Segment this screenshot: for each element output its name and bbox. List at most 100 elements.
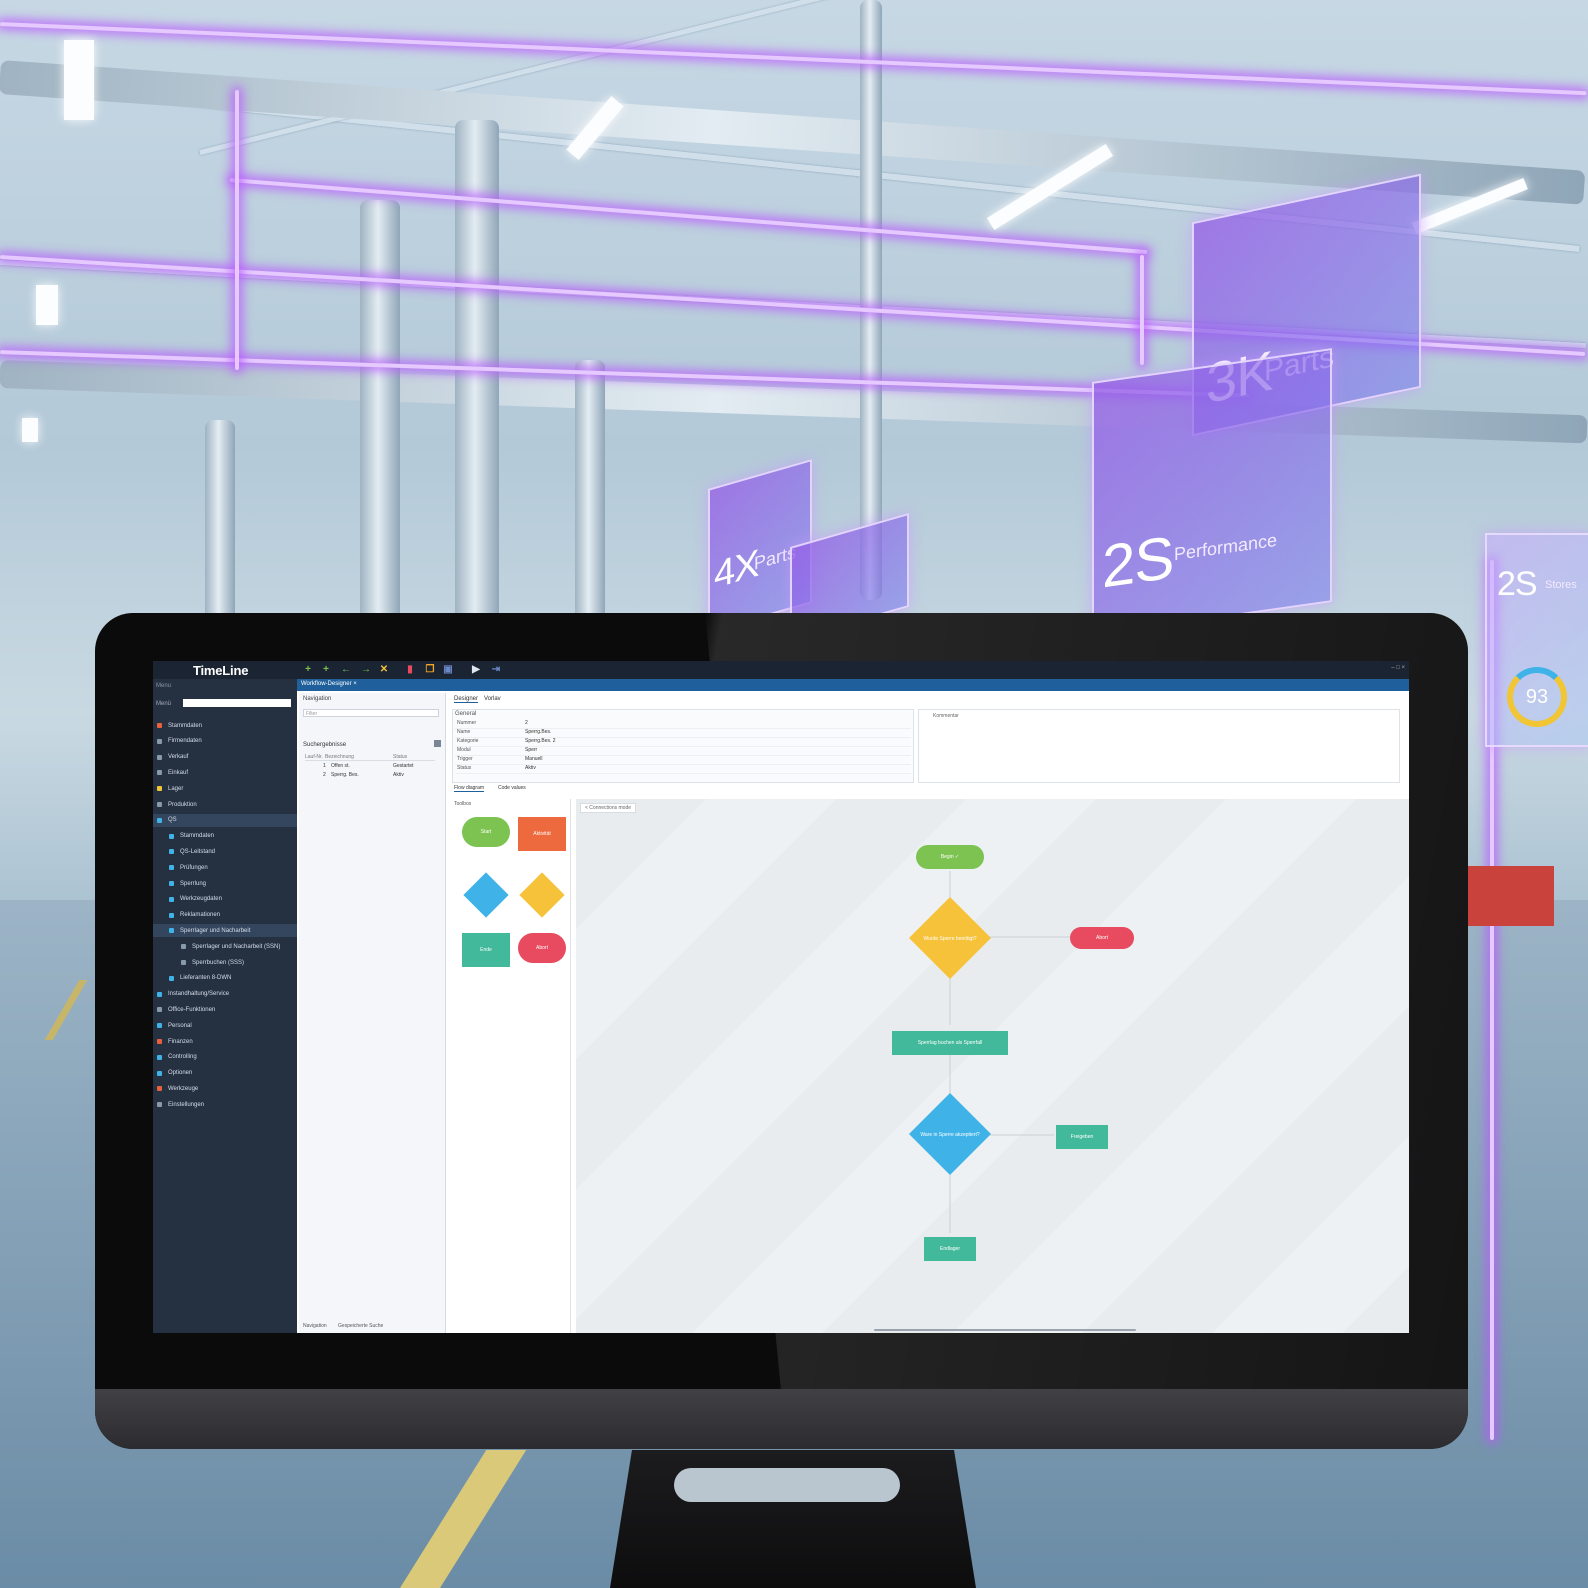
tab-designer[interactable]: Designer [454, 696, 479, 703]
sidebar-item[interactable]: Sperrlung [153, 877, 297, 890]
sidebar-item[interactable]: Sperrlager und Nacharbeit [153, 924, 297, 938]
flow-decision-label: Wurde Sperre benötigt? [923, 936, 977, 942]
toolbox-activity-shape[interactable]: Aktivität [518, 817, 566, 851]
play-icon[interactable]: ▶ [471, 664, 481, 675]
toolbox-decision-shape[interactable] [463, 872, 509, 918]
toolbox-abort-shape[interactable]: Abort [518, 933, 566, 963]
flow-start-node[interactable]: Begin ✓ [916, 845, 984, 869]
sidebar-item[interactable]: Sperrbuchen (SSS) [153, 956, 297, 969]
add-icon[interactable]: + [303, 664, 313, 675]
property-row[interactable]: Kategorie Sperrg.Bes. 2 [455, 738, 911, 747]
forward-arrow-icon[interactable]: → [361, 664, 371, 675]
sidebar-item[interactable]: Lager [153, 782, 297, 795]
sidebar-item[interactable]: Stammdaten [153, 719, 297, 732]
tab-code-values[interactable]: Code values [498, 785, 526, 791]
grid-icon[interactable] [434, 740, 441, 747]
sidebar-search-input[interactable] [183, 699, 291, 707]
tab-workflow-designer[interactable]: Workflow-Designer × [301, 681, 357, 687]
holo-panel: 2S Stores 93 [1485, 533, 1588, 747]
sidebar-item[interactable]: Prüfungen [153, 861, 297, 874]
sidebar-item[interactable]: Werkzeugdaten [153, 893, 297, 906]
horizontal-scrollbar[interactable] [874, 1329, 1136, 1331]
sidebar-item-label: Sperrlager und Nacharbeit [180, 927, 251, 934]
property-row[interactable]: Modul Sperr [455, 747, 911, 756]
sidebar-item-label: Lieferanten 8-DWN [180, 975, 232, 982]
property-row[interactable]: Status Aktiv [455, 765, 911, 774]
menu-item-icon [181, 960, 186, 965]
sidebar-item[interactable]: Einkauf [153, 766, 297, 779]
comments-panel[interactable]: Kommentar [918, 709, 1400, 783]
property-row[interactable]: Trigger Manuell [455, 756, 911, 765]
table-row[interactable]: 1 Offen st. Gestartet [305, 763, 435, 772]
sidebar-item[interactable]: Stammdaten [153, 830, 297, 843]
menu-item-icon [157, 1070, 162, 1076]
app-screen: TimeLine + + ← → ✕ ▮ ❐ ▣ ▶ ⇥ – □ × Menu … [153, 661, 1409, 1333]
flow-abort-node[interactable]: Abort [1070, 927, 1134, 949]
sidebar-item[interactable]: Reklamationen [153, 909, 297, 922]
sidebar-item-label: QS-Leitstand [180, 848, 216, 855]
sidebar-item-label: Prüfungen [180, 864, 208, 871]
sidebar-item-label: Sperrlung [180, 880, 207, 887]
sidebar-item[interactable]: Verkauf [153, 751, 297, 764]
sidebar-item[interactable]: Produktion [153, 798, 297, 811]
sidebar-item[interactable]: Instandhaltung/Service [153, 988, 297, 1001]
sidebar-item[interactable]: QS-Leitstand [153, 845, 297, 858]
monitor-stand [610, 1450, 976, 1588]
row-nr: 2 [323, 772, 326, 778]
footer-tab-saved-search[interactable]: Gespeicherte Suche [338, 1323, 383, 1329]
sidebar-item-label: Optionen [168, 1070, 193, 1077]
toolbox-end-shape[interactable]: Ende [462, 933, 510, 967]
sidebar-item-label: QS [168, 817, 177, 824]
tools-icon[interactable]: ✕ [379, 664, 389, 675]
flow-canvas[interactable]: < Connections mode Begin ✓ Wurde Sperre … [576, 799, 1409, 1333]
menu-item-icon [157, 1086, 162, 1092]
add-child-icon[interactable]: + [321, 664, 331, 675]
sidebar-item[interactable]: Firmendaten [153, 735, 297, 748]
footer-tab-navigation[interactable]: Navigation [303, 1323, 327, 1329]
sidebar-item[interactable]: Einstellungen [153, 1098, 297, 1111]
navigation-pane: Navigation Filter Suchergebnisse Lauf-Nr… [299, 693, 446, 1333]
sidebar-item[interactable]: Office-Funktionen [153, 1003, 297, 1016]
document-tabbar: Workflow-Designer × [297, 679, 1409, 691]
table-row[interactable]: 2 Sperrg. Bes. Aktiv [305, 772, 435, 781]
property-row[interactable]: Name Sperrg.Bes. [455, 729, 911, 738]
flow-end-node[interactable]: Endlager [924, 1237, 976, 1261]
copy-icon[interactable]: ❐ [425, 664, 435, 675]
tab-vorlav[interactable]: Vorlav [484, 696, 501, 702]
sidebar-item[interactable]: QS [153, 813, 297, 827]
menu-item-icon [157, 1102, 162, 1108]
menu-item-icon [157, 786, 162, 792]
vertical-pipe [205, 420, 235, 620]
app-logo: TimeLine [193, 663, 249, 678]
flow-approve-node[interactable]: Freigeben [1056, 1125, 1108, 1149]
column-header[interactable]: Status [393, 754, 407, 760]
back-arrow-icon[interactable]: ← [341, 664, 351, 675]
property-key: Nummer [457, 720, 477, 726]
sidebar-item-label: Einkauf [168, 769, 189, 776]
sidebar-item[interactable]: Finanzen [153, 1035, 297, 1048]
save-icon[interactable]: ▣ [443, 664, 453, 675]
delete-icon[interactable]: ▮ [405, 664, 415, 675]
export-icon[interactable]: ⇥ [491, 664, 501, 675]
flow-action-node[interactable]: Sperrlag buchen als Sperrfall [892, 1031, 1008, 1055]
sidebar-item[interactable]: Sperrlager und Nacharbeit (SSN) [153, 940, 297, 953]
property-key: Status [457, 765, 472, 771]
window-controls[interactable]: – □ × [1391, 665, 1405, 671]
sidebar-item[interactable]: Werkzeuge [153, 1082, 297, 1095]
nav-filter-input[interactable]: Filter [303, 709, 439, 717]
property-value: Aktiv [525, 765, 536, 771]
sidebar-item[interactable]: Lieferanten 8-DWN [153, 972, 297, 985]
tab-flow-diagram[interactable]: Flow diagram [454, 785, 485, 792]
row-nr: 1 [323, 763, 326, 769]
sidebar-item[interactable]: Personal [153, 1019, 297, 1032]
menu-item-icon [157, 738, 162, 744]
column-header[interactable]: Lauf-Nr. [305, 754, 323, 760]
sidebar-search-label: Menü [156, 701, 172, 707]
toolbox-start-shape[interactable]: Start [462, 817, 510, 847]
toolbox-condition-shape[interactable] [519, 872, 565, 918]
column-header[interactable]: Bezeichnung [325, 754, 354, 760]
property-row[interactable]: Nummer 2 [455, 720, 911, 729]
sidebar-item[interactable]: Optionen [153, 1067, 297, 1080]
sidebar-item[interactable]: Controlling [153, 1051, 297, 1064]
sidebar-item-label: Controlling [168, 1054, 197, 1061]
